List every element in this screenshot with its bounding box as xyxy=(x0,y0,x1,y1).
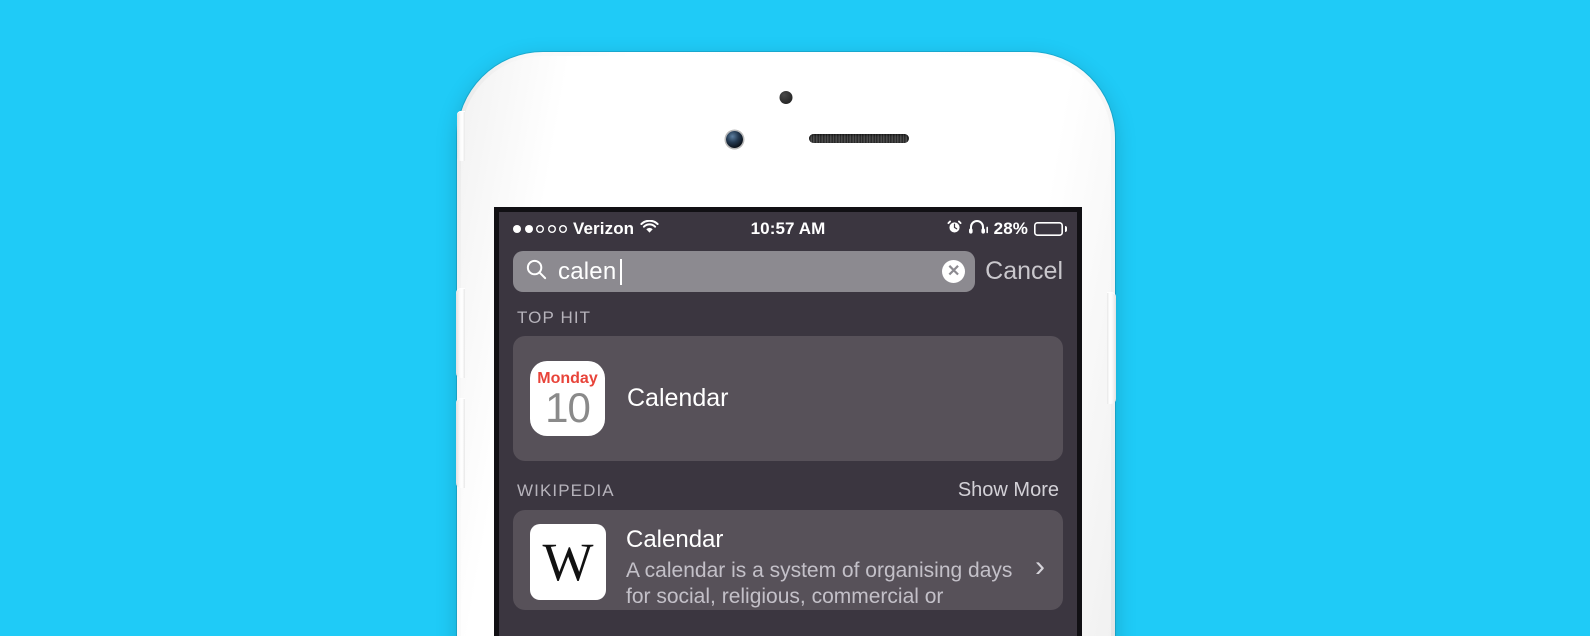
wikipedia-result-body: Calendar A calendar is a system of organ… xyxy=(626,524,1031,611)
wikipedia-result-row[interactable]: W Calendar A calendar is a system of org… xyxy=(513,510,1063,610)
wikipedia-section-title: WIKIPEDIA xyxy=(517,481,615,500)
front-camera-icon xyxy=(726,131,743,148)
cancel-button[interactable]: Cancel xyxy=(985,257,1065,286)
earpiece-speaker-icon xyxy=(809,134,909,143)
status-bar: Verizon 10:57 AM 28% xyxy=(499,212,1077,245)
search-input-value: calen xyxy=(558,257,617,285)
carrier-label: Verizon xyxy=(573,218,635,238)
status-bar-right: 28% xyxy=(825,218,1067,239)
mute-switch[interactable] xyxy=(457,111,465,161)
volume-down-button[interactable] xyxy=(456,398,465,488)
search-input[interactable]: calen ✕ xyxy=(513,251,976,292)
top-hit-result-row[interactable]: Monday 10 Calendar xyxy=(513,336,1063,461)
volume-up-button[interactable] xyxy=(456,288,465,378)
top-hit-section-header: TOP HIT xyxy=(499,302,1077,336)
clear-search-button[interactable]: ✕ xyxy=(942,260,966,283)
wikipedia-logo-icon: W xyxy=(530,524,606,600)
search-icon xyxy=(525,258,548,286)
top-hit-app-name: Calendar xyxy=(627,384,729,412)
wikipedia-result-title: Calendar xyxy=(626,526,724,553)
phone-front-panel: Verizon 10:57 AM 28% calen ✕ Cancel TOP … xyxy=(456,56,1116,636)
status-bar-clock: 10:57 AM xyxy=(750,218,826,238)
battery-percent-label: 28% xyxy=(993,218,1028,238)
power-button[interactable] xyxy=(1107,292,1116,404)
iphone-device: Verizon 10:57 AM 28% calen ✕ Cancel TOP … xyxy=(456,52,1116,636)
signal-strength-icon xyxy=(513,224,567,233)
search-bar: calen ✕ Cancel xyxy=(499,245,1077,302)
headphones-icon xyxy=(968,219,988,239)
chevron-right-icon[interactable]: › xyxy=(1031,550,1051,584)
wikipedia-result-description: A calendar is a system of organising day… xyxy=(626,559,1013,609)
top-hit-section-title: TOP HIT xyxy=(517,308,592,327)
proximity-sensor-icon xyxy=(779,91,793,104)
phone-screen: Verizon 10:57 AM 28% calen ✕ Cancel TOP … xyxy=(499,212,1077,636)
calendar-icon-day: 10 xyxy=(545,384,591,432)
wifi-icon xyxy=(640,219,659,239)
battery-icon xyxy=(1034,222,1067,236)
show-more-button[interactable]: Show More xyxy=(958,479,1059,502)
text-cursor xyxy=(620,258,623,285)
alarm-clock-icon xyxy=(947,219,962,239)
status-bar-left: Verizon xyxy=(513,219,751,239)
calendar-app-icon: Monday 10 xyxy=(530,361,605,436)
wikipedia-section-header: WIKIPEDIA Show More xyxy=(499,461,1077,510)
